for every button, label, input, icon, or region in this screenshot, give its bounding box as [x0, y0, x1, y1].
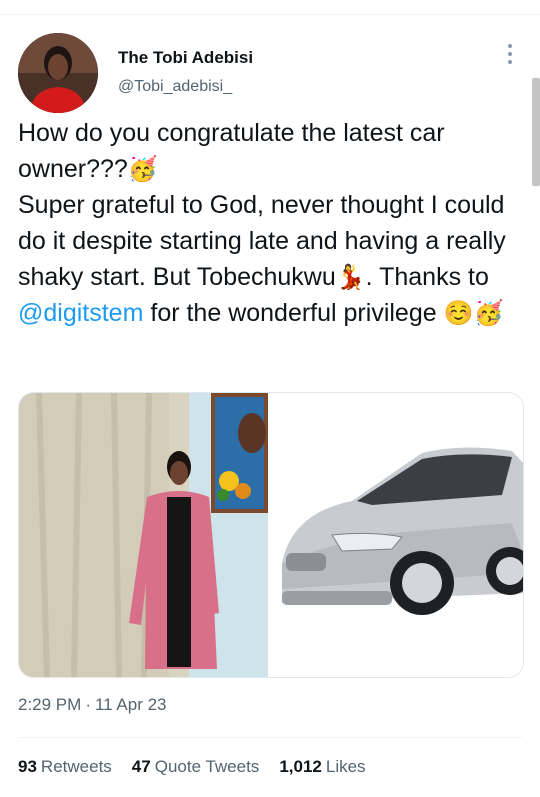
avatar[interactable]	[18, 33, 98, 113]
top-divider	[0, 14, 540, 15]
retweets-count: 93	[18, 757, 37, 776]
more-options-icon[interactable]	[503, 44, 517, 68]
tweet-date: 11 Apr 23	[94, 695, 167, 714]
tweet-timestamp[interactable]: 2:29 PM · 11 Apr 23	[18, 695, 167, 715]
smile-emoji-icon: ☺️	[443, 299, 474, 327]
party-emoji-icon-2: 🥳	[473, 299, 504, 327]
tweet-text: How do you congratulate the latest car o…	[18, 115, 518, 331]
likes-count: 1,012	[279, 757, 322, 776]
dancer-emoji-icon: 💃	[335, 263, 366, 291]
author-name[interactable]: The Tobi Adebisi	[118, 48, 253, 68]
retweets-label: Retweets	[40, 757, 112, 776]
scrollbar[interactable]	[532, 78, 540, 186]
stats-divider	[18, 737, 522, 738]
likes-stat[interactable]: 1,012 Likes	[279, 757, 365, 777]
tweet-line-1: How do you congratulate the latest car o…	[18, 119, 445, 183]
media-photo-woman[interactable]	[19, 393, 268, 677]
tweet-line-3-pre: . Thanks to	[365, 263, 489, 291]
timestamp-separator: ·	[85, 695, 91, 714]
media-grid	[18, 392, 524, 678]
author-handle[interactable]: @Tobi_adebisi_	[118, 78, 232, 96]
quote-tweets-label: Quote Tweets	[154, 757, 260, 776]
tweet-line-3-post: for the wonderful privilege	[143, 299, 444, 327]
retweets-stat[interactable]: 93 Retweets	[18, 757, 112, 777]
engagement-stats: 93 Retweets 47 Quote Tweets 1,012 Likes	[18, 757, 366, 777]
party-emoji-icon: 🥳	[127, 155, 158, 183]
media-photo-car[interactable]	[272, 393, 523, 677]
mention-link[interactable]: @digitstem	[18, 299, 143, 327]
quote-tweets-stat[interactable]: 47 Quote Tweets	[132, 757, 260, 777]
quote-tweets-count: 47	[131, 757, 151, 776]
likes-label: Likes	[325, 757, 366, 776]
tweet-time: 2:29 PM	[18, 695, 82, 714]
